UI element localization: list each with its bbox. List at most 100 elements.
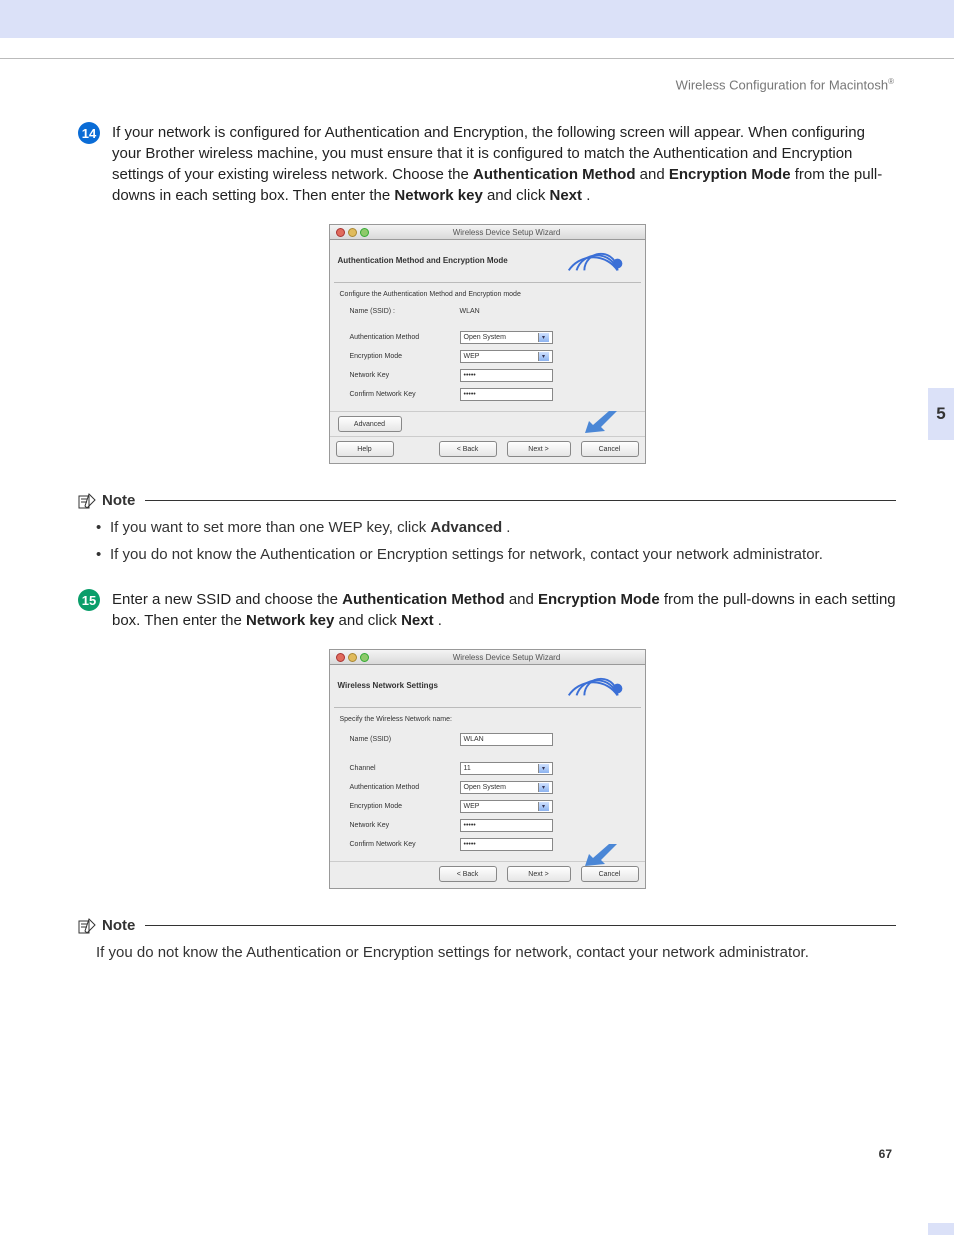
t: Authentication Method <box>473 166 635 183</box>
ssid-label: Name (SSID) <box>340 736 460 743</box>
v: Open System <box>464 334 506 341</box>
window-control-dots <box>330 653 369 662</box>
t: . <box>506 519 510 536</box>
page-number: 67 <box>0 1027 954 1161</box>
dropdown-arrow-icon: ▾ <box>538 783 549 792</box>
t: . <box>586 187 590 204</box>
dropdown-arrow-icon: ▾ <box>538 333 549 342</box>
t: If you do not know the Authentication or… <box>110 544 823 565</box>
cancel-button[interactable]: Cancel <box>581 441 639 457</box>
t: and click <box>487 187 550 204</box>
header-title: Wireless Configuration for Macintosh <box>676 77 888 92</box>
mac-titlebar: Wireless Device Setup Wizard <box>330 225 645 240</box>
network-key-label: Network Key <box>340 372 460 379</box>
dialog-instruction: Configure the Authentication Method and … <box>340 291 635 298</box>
note-label: Note <box>102 917 135 934</box>
auth-method-label: Authentication Method <box>340 334 460 341</box>
t: Authentication Method <box>342 591 504 608</box>
note-body-2: If you do not know the Authentication or… <box>96 942 896 963</box>
next-button[interactable]: Next > <box>507 866 571 882</box>
dropdown-arrow-icon: ▾ <box>538 352 549 361</box>
cancel-button[interactable]: Cancel <box>581 866 639 882</box>
wireless-logo-icon <box>559 246 637 274</box>
t: Encryption Mode <box>669 166 791 183</box>
note-pencil-icon <box>78 493 96 509</box>
t: Encryption Mode <box>538 591 660 608</box>
step-15-number: 15 <box>78 589 100 611</box>
t: and <box>509 591 538 608</box>
bottom-accent-bar <box>928 1223 954 1235</box>
auth-method-select[interactable]: Open System ▾ <box>460 331 553 344</box>
help-button[interactable]: Help <box>336 441 394 457</box>
v: 11 <box>464 765 471 772</box>
ssid-input[interactable]: WLAN <box>460 733 553 746</box>
v: WEP <box>464 803 480 810</box>
window-control-dots <box>330 228 369 237</box>
step-14: 14 If your network is configured for Aut… <box>78 122 896 206</box>
close-dot-icon[interactable] <box>336 228 345 237</box>
pointer-arrow-icon <box>585 411 617 433</box>
t: . <box>438 612 442 629</box>
t: Network key <box>394 187 482 204</box>
t: Enter a new SSID and choose the <box>112 591 342 608</box>
v: ••••• <box>464 822 476 829</box>
v: Open System <box>464 784 506 791</box>
minimize-dot-icon[interactable] <box>348 653 357 662</box>
ssid-label: Name (SSID) : <box>340 308 460 315</box>
top-accent-bar <box>0 0 954 38</box>
channel-select[interactable]: 11▾ <box>460 762 553 775</box>
t: and click <box>339 612 402 629</box>
t: Network key <box>246 612 334 629</box>
v: ••••• <box>464 841 476 848</box>
network-key-input[interactable]: ••••• <box>460 369 553 382</box>
zoom-dot-icon[interactable] <box>360 228 369 237</box>
ssid-value: WLAN <box>460 308 480 315</box>
confirm-key-label: Confirm Network Key <box>340 391 460 398</box>
dialog-heading: Authentication Method and Encryption Mod… <box>338 256 559 265</box>
encryption-mode-select[interactable]: WEP ▾ <box>460 350 553 363</box>
back-button[interactable]: < Back <box>439 441 497 457</box>
v: WLAN <box>464 736 484 743</box>
back-button[interactable]: < Back <box>439 866 497 882</box>
next-button[interactable]: Next > <box>507 441 571 457</box>
chapter-tab: 5 <box>928 388 954 440</box>
zoom-dot-icon[interactable] <box>360 653 369 662</box>
network-key-label: Network Key <box>340 822 460 829</box>
confirm-key-input[interactable]: ••••• <box>460 388 553 401</box>
v: ••••• <box>464 372 476 379</box>
confirm-key-label: Confirm Network Key <box>340 841 460 848</box>
network-key-input[interactable]: ••••• <box>460 819 553 832</box>
note-heading: Note <box>78 492 896 509</box>
note-label: Note <box>102 492 135 509</box>
note-rule <box>145 500 896 501</box>
auth-method-select[interactable]: Open System ▾ <box>460 781 553 794</box>
t: Advanced <box>430 519 502 536</box>
minimize-dot-icon[interactable] <box>348 228 357 237</box>
step-14-text: If your network is configured for Authen… <box>112 122 896 206</box>
dialog-instruction: Specify the Wireless Network name: <box>340 716 635 723</box>
step-14-number: 14 <box>78 122 100 144</box>
confirm-key-input[interactable]: ••••• <box>460 838 553 851</box>
step-15: 15 Enter a new SSID and choose the Authe… <box>78 589 896 631</box>
wireless-logo-icon <box>559 671 637 699</box>
t: and <box>640 166 669 183</box>
t: Next <box>550 187 583 204</box>
window-title: Wireless Device Setup Wizard <box>369 228 645 237</box>
close-dot-icon[interactable] <box>336 653 345 662</box>
t: If you do not know the Authentication or… <box>96 944 809 961</box>
dialog-heading: Wireless Network Settings <box>338 681 559 690</box>
encryption-mode-label: Encryption Mode <box>340 353 460 360</box>
window-title: Wireless Device Setup Wizard <box>369 653 645 662</box>
dropdown-arrow-icon: ▾ <box>538 802 549 811</box>
bullet-icon: • <box>96 517 110 538</box>
note-heading: Note <box>78 917 896 934</box>
step-15-text: Enter a new SSID and choose the Authenti… <box>112 589 896 631</box>
v: WEP <box>464 353 480 360</box>
mac-titlebar: Wireless Device Setup Wizard <box>330 650 645 665</box>
screenshot-auth-encryption-dialog: Wireless Device Setup Wizard Authenticat… <box>329 224 646 464</box>
advanced-button[interactable]: Advanced <box>338 416 402 432</box>
screenshot-wireless-network-settings-dialog: Wireless Device Setup Wizard Wireless Ne… <box>329 649 646 889</box>
encryption-mode-select[interactable]: WEP ▾ <box>460 800 553 813</box>
auth-method-label: Authentication Method <box>340 784 460 791</box>
t: If you want to set more than one WEP key… <box>110 519 430 536</box>
